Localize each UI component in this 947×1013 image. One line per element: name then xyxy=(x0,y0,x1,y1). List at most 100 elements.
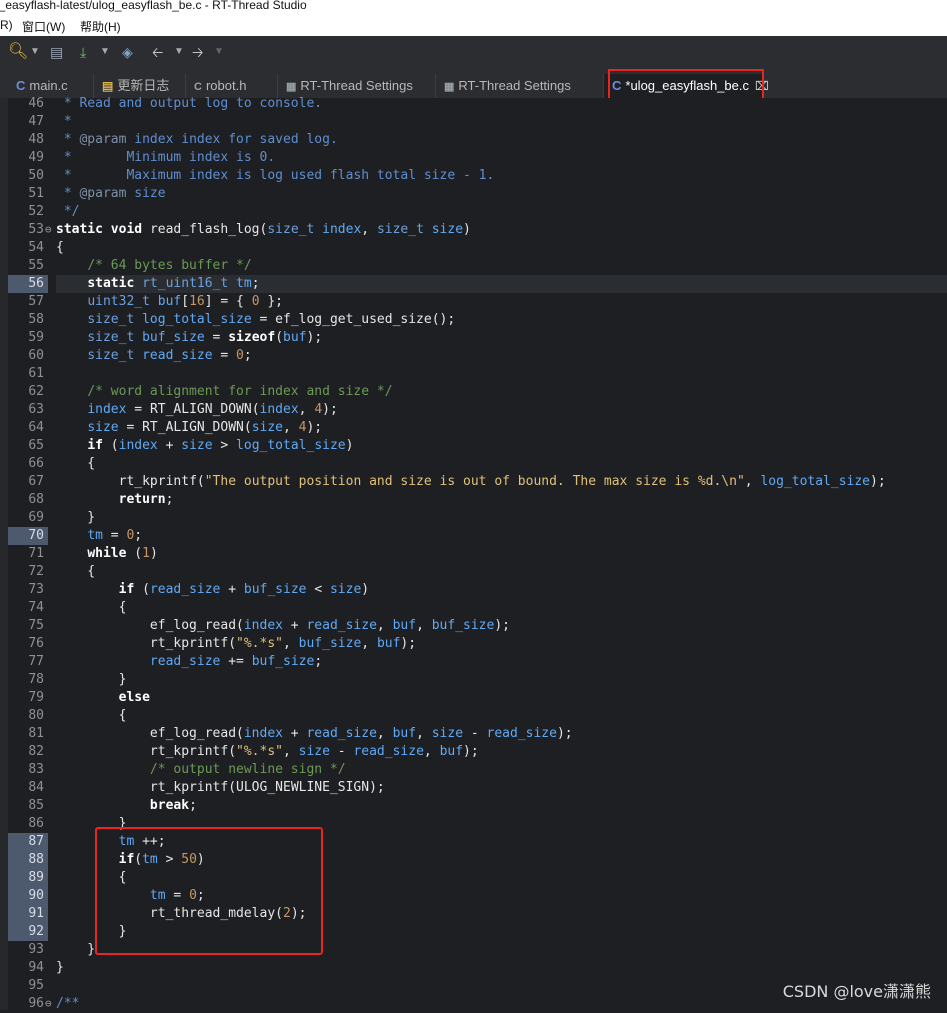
search-icon[interactable]: 🔍︎ xyxy=(8,42,28,62)
code-line[interactable]: 70 tm = 0; xyxy=(0,527,947,545)
code-line[interactable]: 59 size_t buf_size = sizeof(buf); xyxy=(0,329,947,347)
code-line[interactable]: 52 */ xyxy=(0,203,947,221)
line-number: 55 xyxy=(28,258,44,273)
code-line[interactable]: 76 rt_kprintf("%.*s", buf_size, buf); xyxy=(0,635,947,653)
code-line[interactable]: 77 read_size += buf_size; xyxy=(0,653,947,671)
code-line[interactable]: 72 { xyxy=(0,563,947,581)
code-line[interactable]: 61 xyxy=(0,365,947,383)
code-line[interactable]: 81 ef_log_read(index + read_size, buf, s… xyxy=(0,725,947,743)
code-text: { xyxy=(56,240,64,255)
menu-item-window[interactable]: 窗口(W) xyxy=(22,18,65,35)
line-number: 59 xyxy=(28,330,44,345)
line-number: 70 xyxy=(8,527,48,545)
code-line[interactable]: 78 } xyxy=(0,671,947,689)
code-text: } xyxy=(56,960,64,975)
code-line[interactable]: 66 { xyxy=(0,455,947,473)
code-text: } xyxy=(56,672,127,687)
search-dropdown-chevron-icon[interactable]: ▼ xyxy=(30,42,40,62)
code-text: size = RT_ALIGN_DOWN(size, 4); xyxy=(87,420,323,435)
line-number: 89 xyxy=(8,869,48,887)
line-number: 87 xyxy=(8,833,48,851)
line-number: 83 xyxy=(28,762,44,777)
code-line[interactable]: 60 size_t read_size = 0; xyxy=(0,347,947,365)
line-number: 80 xyxy=(28,708,44,723)
line-number: 90 xyxy=(8,887,48,905)
code-text: static rt_uint16_t tm; xyxy=(56,275,947,293)
line-number: 60 xyxy=(28,348,44,363)
line-number: 79 xyxy=(28,690,44,705)
code-line[interactable]: 73 if (read_size + buf_size < size) xyxy=(0,581,947,599)
line-number: 68 xyxy=(28,492,44,507)
line-number: 84 xyxy=(28,780,44,795)
code-line[interactable]: 56 static rt_uint16_t tm; xyxy=(0,275,947,293)
code-highlight-annotation xyxy=(95,827,323,955)
code-line[interactable]: 51 * @param size xyxy=(0,185,947,203)
code-line[interactable]: 75 ef_log_read(index + read_size, buf, b… xyxy=(0,617,947,635)
code-line[interactable]: 94} xyxy=(0,959,947,977)
code-text: { xyxy=(56,708,127,723)
code-line[interactable]: 64 size = RT_ALIGN_DOWN(size, 4); xyxy=(0,419,947,437)
line-number: 53 xyxy=(28,222,44,237)
code-line[interactable]: 67 rt_kprintf("The output position and s… xyxy=(0,473,947,491)
code-line[interactable]: 69 } xyxy=(0,509,947,527)
code-text: size_t read_size = 0; xyxy=(87,348,252,363)
code-text: { xyxy=(56,600,127,615)
code-line[interactable]: 79 else xyxy=(0,689,947,707)
code-line[interactable]: 71 while (1) xyxy=(0,545,947,563)
line-number: 92 xyxy=(8,923,48,941)
code-text: rt_kprintf("The output position and size… xyxy=(118,474,886,489)
code-line[interactable]: 65 if (index + size > log_total_size) xyxy=(0,437,947,455)
code-line[interactable]: 62 /* word alignment for index and size … xyxy=(0,383,947,401)
line-number: 72 xyxy=(28,564,44,579)
code-text: /* word alignment for index and size */ xyxy=(87,384,393,399)
code-text: while (1) xyxy=(87,546,158,561)
code-line[interactable]: 84 rt_kprintf(ULOG_NEWLINE_SIGN); xyxy=(0,779,947,797)
code-text: rt_kprintf("%.*s", size - read_size, buf… xyxy=(149,744,479,759)
toolbar: 🔍︎ ▼ ▤ ⤓ ▼ ◈ 🡠 ▼ 🡢 ▼ xyxy=(0,36,947,71)
code-text: read_size += buf_size; xyxy=(149,654,323,669)
line-number: 66 xyxy=(28,456,44,471)
code-text: tm = 0; xyxy=(87,528,143,543)
code-line[interactable]: 46 * Read and output log to console. xyxy=(0,95,947,113)
code-text: rt_kprintf("%.*s", buf_size, buf); xyxy=(149,636,417,651)
code-line[interactable]: 63 index = RT_ALIGN_DOWN(index, 4); xyxy=(0,401,947,419)
build-icon[interactable]: ▤ xyxy=(50,42,63,62)
download-dropdown-chevron-icon[interactable]: ▼ xyxy=(100,42,110,62)
code-line[interactable]: 54 { xyxy=(0,239,947,257)
menu-item-partial[interactable]: R) xyxy=(0,18,13,32)
code-line[interactable]: 53 ⊖ static void read_flash_log(size_t ind… xyxy=(0,221,947,239)
code-line[interactable]: 82 rt_kprintf("%.*s", size - read_size, … xyxy=(0,743,947,761)
back-dropdown-chevron-icon[interactable]: ▼ xyxy=(174,42,184,62)
code-line[interactable]: 55 /* 64 bytes buffer */ xyxy=(0,257,947,275)
code-line[interactable]: 74 { xyxy=(0,599,947,617)
code-line[interactable]: 85 break; xyxy=(0,797,947,815)
code-line[interactable]: 49 * Minimum index is 0. xyxy=(0,149,947,167)
forward-arrow-icon[interactable]: 🡢 xyxy=(192,42,203,62)
code-text: /* 64 bytes buffer */ xyxy=(87,258,252,273)
code-line[interactable]: 57 uint32_t buf[16] = { 0 }; xyxy=(0,293,947,311)
fold-toggle-icon[interactable]: ⊖ xyxy=(45,995,52,1013)
tab-label: RT-Thread Settings xyxy=(300,78,413,93)
line-number: 77 xyxy=(28,654,44,669)
code-line[interactable]: 58 size_t log_total_size = ef_log_get_us… xyxy=(0,311,947,329)
watermark: CSDN @love潇潇熊 xyxy=(782,982,931,1001)
code-line[interactable]: 83 /* output newline sign */ xyxy=(0,761,947,779)
tab-label: main.c xyxy=(29,78,68,93)
code-line[interactable]: 68 return; xyxy=(0,491,947,509)
layers-icon[interactable]: ◈ xyxy=(122,42,133,62)
code-text: return; xyxy=(118,492,174,507)
line-number: 67 xyxy=(28,474,44,489)
line-number: 58 xyxy=(28,312,44,327)
forward-dropdown-chevron-icon[interactable]: ▼ xyxy=(214,42,224,62)
code-line[interactable]: 47 * xyxy=(0,113,947,131)
code-line[interactable]: 48 * @param index index for saved log. xyxy=(0,131,947,149)
back-arrow-icon[interactable]: 🡠 xyxy=(152,42,163,62)
download-icon[interactable]: ⤓ xyxy=(80,42,86,62)
fold-toggle-icon[interactable]: ⊖ xyxy=(45,221,52,239)
code-line[interactable]: 80 { xyxy=(0,707,947,725)
menu-item-help[interactable]: 帮助(H) xyxy=(80,18,121,35)
line-number: 82 xyxy=(28,744,44,759)
line-number: 86 xyxy=(28,816,44,831)
code-line[interactable]: 50 * Maximum index is log used flash tot… xyxy=(0,167,947,185)
line-number: 95 xyxy=(28,978,44,993)
